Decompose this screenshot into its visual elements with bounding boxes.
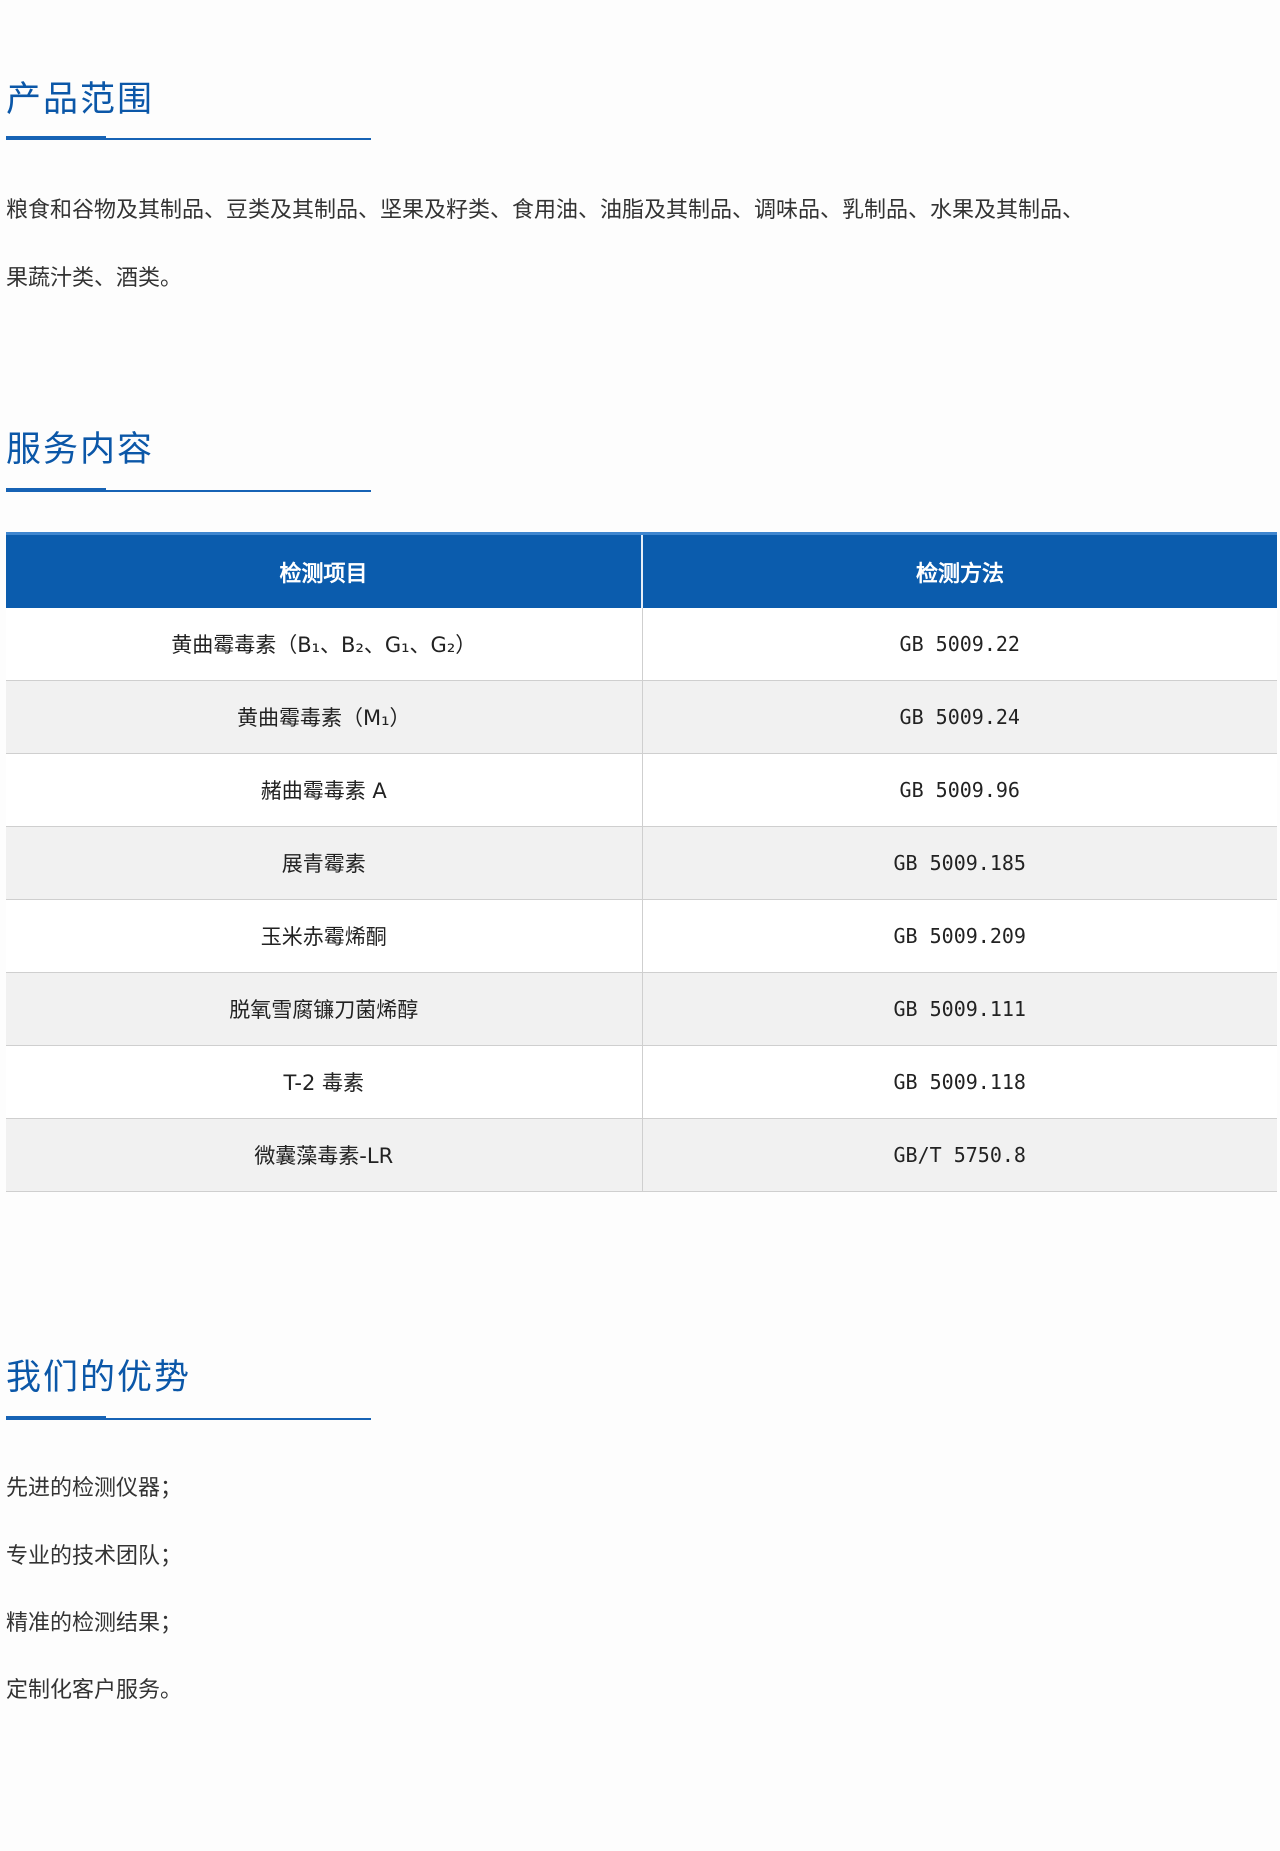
product-range-line-1: 粮食和谷物及其制品、豆类及其制品、坚果及籽类、食用油、油脂及其制品、调味品、乳制… [6, 198, 1085, 223]
row-item: 黄曲霉毒素（M₁） [6, 680, 643, 754]
row-method: GB/T 5750.8 [642, 1118, 1277, 1192]
row-method: GB 5009.111 [642, 972, 1277, 1046]
service-table-header-row: 检测项目 检测方法 [6, 532, 1277, 608]
advantage-item: 精准的检测结果； [6, 1611, 183, 1636]
product-range-rule [6, 136, 371, 140]
row-item: 黄曲霉毒素（B₁、B₂、G₁、G₂） [6, 608, 643, 681]
table-row: 展青霉素 GB 5009.185 [6, 826, 1277, 900]
table-row: 黄曲霉毒素（B₁、B₂、G₁、G₂） GB 5009.22 [6, 608, 1277, 681]
advantages-title: 我们的优势 [6, 1358, 192, 1398]
product-range-title: 产品范围 [6, 80, 155, 120]
table-row: 脱氧雪腐镰刀菌烯醇 GB 5009.111 [6, 972, 1277, 1046]
service-heading: 服务内容 [6, 426, 371, 492]
table-row: 微囊藻毒素-LR GB/T 5750.8 [6, 1118, 1277, 1192]
row-item: 脱氧雪腐镰刀菌烯醇 [6, 972, 643, 1046]
product-range-rule-accent [6, 136, 106, 140]
row-item: 赭曲霉毒素 A [6, 753, 643, 827]
advantage-item: 定制化客户服务。 [6, 1678, 183, 1703]
advantage-item: 先进的检测仪器； [6, 1476, 183, 1501]
service-rule-accent [6, 488, 106, 492]
table-row: T-2 毒素 GB 5009.118 [6, 1045, 1277, 1119]
product-range-heading: 产品范围 [6, 76, 371, 140]
table-row: 黄曲霉毒素（M₁） GB 5009.24 [6, 680, 1277, 754]
page: 产品范围 粮食和谷物及其制品、豆类及其制品、坚果及籽类、食用油、油脂及其制品、调… [0, 0, 1280, 1851]
row-method: GB 5009.24 [642, 680, 1277, 754]
service-rule [6, 488, 371, 492]
header-test-item: 检测项目 [6, 532, 643, 608]
header-test-method: 检测方法 [642, 532, 1277, 608]
advantages-rule [6, 1416, 371, 1420]
row-item: T-2 毒素 [6, 1045, 643, 1119]
product-range-line-2: 果蔬汁类、酒类。 [6, 266, 183, 291]
row-method: GB 5009.118 [642, 1045, 1277, 1119]
advantages-heading: 我们的优势 [6, 1354, 371, 1420]
row-item: 微囊藻毒素-LR [6, 1118, 643, 1192]
advantage-item: 专业的技术团队； [6, 1544, 183, 1569]
table-row: 玉米赤霉烯酮 GB 5009.209 [6, 899, 1277, 973]
row-item: 展青霉素 [6, 826, 643, 900]
row-method: GB 5009.22 [642, 608, 1277, 681]
service-table: 检测项目 检测方法 黄曲霉毒素（B₁、B₂、G₁、G₂） GB 5009.22 … [6, 532, 1277, 1192]
row-method: GB 5009.209 [642, 899, 1277, 973]
row-method: GB 5009.185 [642, 826, 1277, 900]
service-title: 服务内容 [6, 430, 155, 470]
advantages-rule-accent [6, 1416, 106, 1420]
row-item: 玉米赤霉烯酮 [6, 899, 643, 973]
row-method: GB 5009.96 [642, 753, 1277, 827]
table-row: 赭曲霉毒素 A GB 5009.96 [6, 753, 1277, 827]
